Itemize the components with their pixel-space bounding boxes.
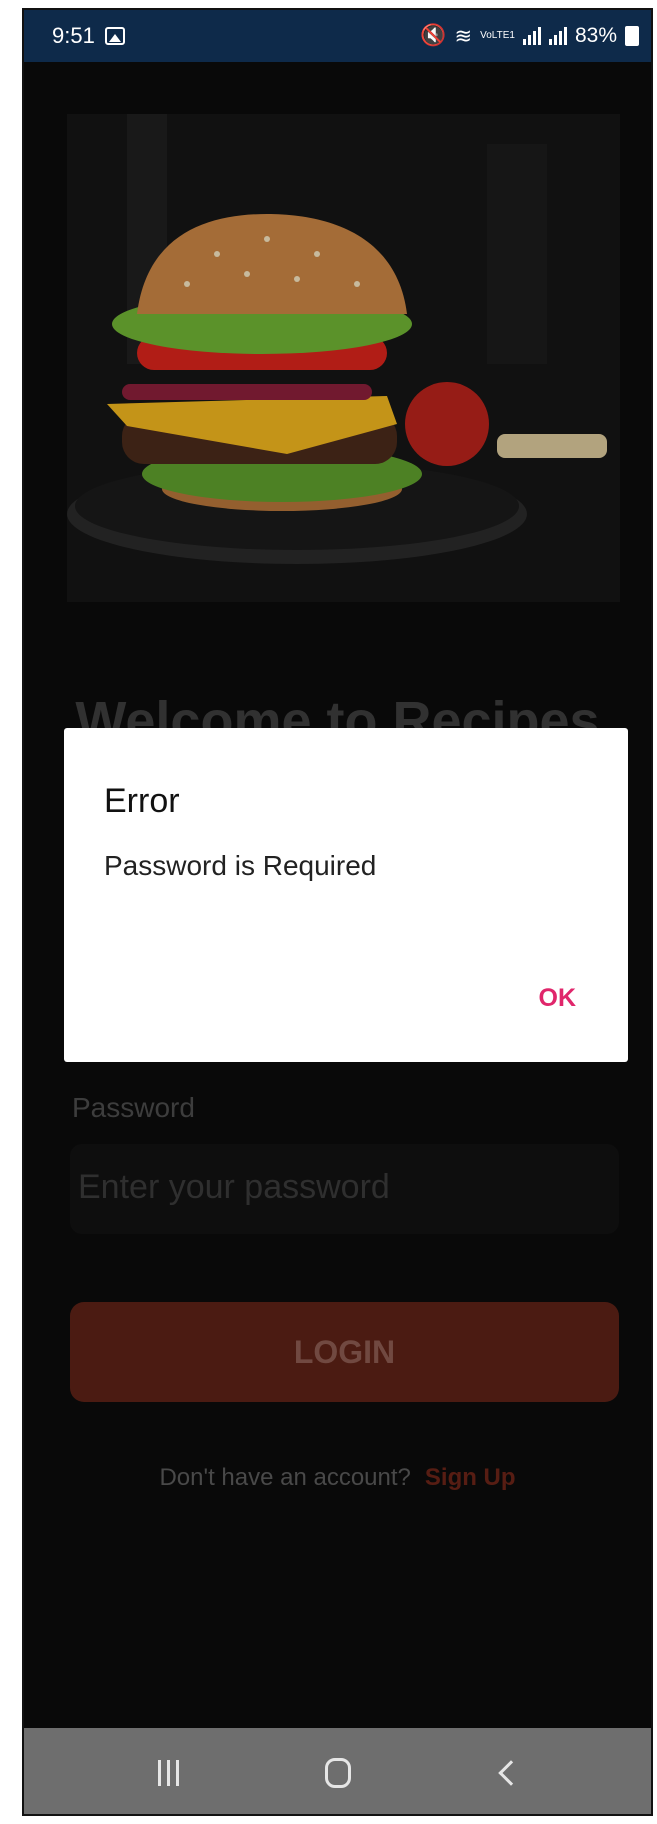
recents-button[interactable] — [134, 1743, 204, 1803]
battery-icon — [625, 26, 639, 46]
ok-button[interactable]: OK — [539, 984, 577, 1013]
wifi-icon: ≋ — [454, 24, 473, 48]
back-button[interactable] — [472, 1743, 542, 1803]
battery-percent: 83% — [574, 24, 617, 47]
status-left: 9:51 — [52, 23, 125, 49]
status-time: 9:51 — [52, 23, 95, 48]
volte-tag: VoLTE1 — [480, 30, 515, 41]
dialog-title: Error — [104, 782, 180, 820]
error-dialog: Error Password is Required OK — [64, 728, 628, 1062]
home-icon — [324, 1758, 351, 1788]
back-icon — [497, 1760, 524, 1786]
signal-icon-2 — [548, 27, 567, 45]
status-right: 🔇 ≋ VoLTE1 83% — [420, 24, 639, 49]
image-notification-icon — [104, 27, 125, 45]
recents-icon — [158, 1760, 179, 1786]
signal-icon-1 — [522, 27, 541, 45]
mute-icon: 🔇 — [420, 24, 447, 47]
home-button[interactable] — [303, 1743, 373, 1803]
dialog-message: Password is Required — [104, 850, 377, 881]
status-bar: 9:51 🔇 ≋ VoLTE1 83% — [24, 10, 651, 62]
phone-screen: 9:51 🔇 ≋ VoLTE1 83% Welcome to Recipes P… — [22, 8, 653, 1816]
navigation-bar — [24, 1728, 651, 1814]
